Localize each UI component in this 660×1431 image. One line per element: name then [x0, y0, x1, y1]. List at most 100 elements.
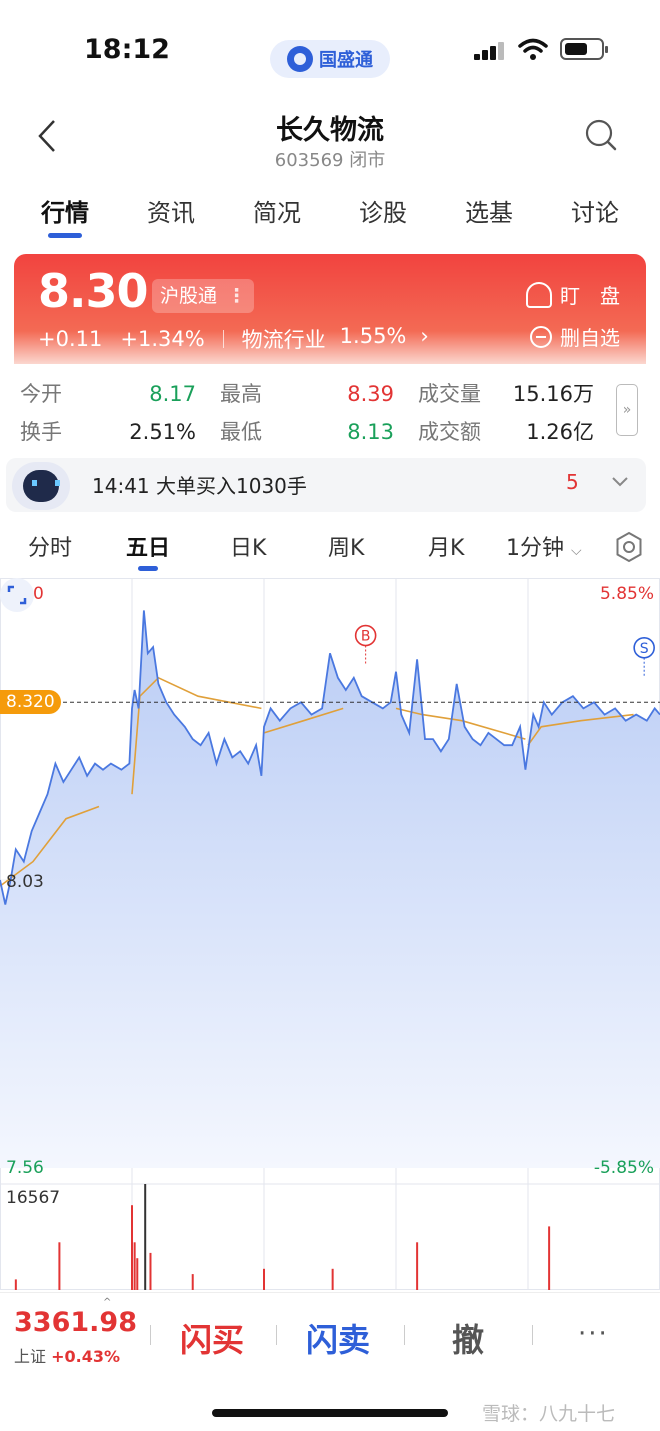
- stock-code-status: 603569 闭市: [274, 150, 386, 171]
- stat-value: 15.16万: [512, 382, 594, 406]
- connect-badge-label: 沪股通: [160, 285, 218, 307]
- double-chevron-down-icon: »: [622, 402, 632, 418]
- pct-label-top: 5.85%: [599, 584, 654, 604]
- ptab-five-day[interactable]: 五日: [126, 530, 170, 571]
- tab-news[interactable]: 资讯: [147, 190, 195, 240]
- stock-name: 长久物流: [276, 115, 384, 146]
- price-card: 8.30 沪股通 ⋮ +0.11 +1.34% 物流行业 1.55% › 盯 盘…: [14, 254, 646, 364]
- caret-down-icon: ⌵: [571, 543, 582, 559]
- y-label-bottom: 7.56: [6, 1158, 44, 1178]
- volume-bar: [133, 1242, 136, 1290]
- chevron-down-icon[interactable]: [610, 472, 630, 492]
- volume-max-label: 16567: [6, 1188, 61, 1208]
- news-ticker[interactable]: 14:41 大单买入1030手 5: [6, 458, 646, 512]
- ptab-monthly-k[interactable]: 月K: [428, 530, 464, 562]
- stat-open: 今开 8.17: [20, 376, 196, 412]
- index-change: +0.43%: [51, 1347, 121, 1366]
- more-icon[interactable]: ···: [578, 1319, 609, 1349]
- volume-bar: [131, 1205, 133, 1290]
- volume-bar: [58, 1242, 61, 1290]
- tab-discussion[interactable]: 讨论: [571, 190, 619, 240]
- ptab-weekly-k[interactable]: 周K: [328, 530, 364, 562]
- volume-bar: [416, 1242, 419, 1290]
- industry-pct: 1.55%: [339, 324, 407, 348]
- quote-stats: 今开 8.17 换手 2.51% 最高 8.39 最低 8.13 成交量 15.…: [0, 372, 660, 456]
- flash-buy-button[interactable]: 闪买: [180, 1315, 244, 1361]
- ptab-minute-select[interactable]: 1分钟 ⌵: [506, 530, 582, 562]
- flash-sell-button[interactable]: 闪卖: [306, 1315, 370, 1361]
- news-text: 14:41 大单买入1030手: [92, 474, 307, 498]
- index-sub: 上证 +0.43%: [14, 1343, 120, 1367]
- stat-value: 8.13: [347, 420, 394, 444]
- ref-price-tag: 8.320: [0, 690, 61, 715]
- pct-label-bottom: -5.85%: [593, 1158, 654, 1178]
- divider: [276, 1325, 277, 1345]
- chevron-right-icon: ›: [420, 324, 429, 348]
- chart-canvas: BS: [0, 578, 660, 1290]
- y-label-mid: 8.03: [6, 872, 44, 892]
- divider: [404, 1325, 405, 1345]
- bottom-trade-bar: ^ 3361.98 上证 +0.43% 闪买 闪卖 撤 ··· 雪球：八九十七: [0, 1292, 660, 1431]
- price-change-row: +0.11 +1.34% 物流行业 1.55% ›: [38, 324, 429, 354]
- nav-header: 长久物流 603569 闭市: [0, 96, 660, 182]
- price-change-pct: +1.34%: [120, 327, 205, 351]
- tab-diagnosis[interactable]: 诊股: [359, 190, 407, 240]
- tab-profile[interactable]: 简况: [253, 190, 301, 240]
- search-icon[interactable]: [584, 118, 618, 152]
- stat-value: 8.39: [347, 382, 394, 406]
- remove-watchlist-button[interactable]: 删自选: [530, 322, 620, 351]
- tab-funds[interactable]: 选基: [465, 190, 513, 240]
- volume-bar: [548, 1226, 551, 1290]
- stat-value: 2.51%: [129, 420, 196, 444]
- stat-value: 1.26亿: [526, 420, 594, 444]
- connect-badge[interactable]: 沪股通 ⋮: [152, 279, 255, 313]
- robot-assistant-icon[interactable]: [12, 462, 70, 510]
- ptab-intraday[interactable]: 分时: [28, 530, 72, 562]
- tab-quote[interactable]: 行情: [41, 190, 89, 240]
- gear-icon[interactable]: [612, 530, 646, 564]
- brand-pill[interactable]: 国盛通: [270, 40, 390, 78]
- brand-name: 国盛通: [319, 50, 373, 71]
- stat-label: 最高: [220, 382, 262, 406]
- stat-label: 成交额: [418, 420, 481, 444]
- remove-label: 删自选: [560, 326, 620, 350]
- volume-bar: [14, 1279, 17, 1290]
- watermark: 雪球：八九十七: [482, 1403, 616, 1425]
- alarm-bell-icon: [526, 281, 552, 308]
- ptab-daily-k[interactable]: 日K: [230, 530, 266, 562]
- volume-bar: [149, 1252, 152, 1290]
- stat-turnover: 换手 2.51%: [20, 414, 196, 450]
- stat-label: 成交量: [418, 382, 481, 406]
- volume-bar: [136, 1258, 139, 1290]
- volume-bar: [331, 1268, 334, 1290]
- divider: [532, 1325, 533, 1345]
- watch-label: 盯 盘: [560, 284, 620, 308]
- minus-circle-icon: [530, 325, 552, 348]
- news-count-badge: 5: [566, 470, 579, 494]
- badge-more-icon: ⋮: [227, 285, 247, 307]
- current-price: 8.30: [38, 264, 148, 318]
- index-value: 3361.98: [14, 1307, 137, 1338]
- watch-button[interactable]: 盯 盘: [526, 280, 620, 309]
- main-tabs: 行情 资讯 简况 诊股 选基 讨论: [0, 190, 660, 246]
- divider: [150, 1325, 151, 1345]
- volume-bar: [263, 1268, 265, 1290]
- wifi-icon: [518, 38, 548, 60]
- battery-icon: [560, 38, 608, 60]
- status-time: 18:12: [84, 34, 170, 65]
- index-name: 上证: [14, 1347, 47, 1366]
- industry-link[interactable]: 物流行业 1.55% ›: [242, 324, 429, 354]
- industry-name: 物流行业: [241, 328, 326, 352]
- home-indicator[interactable]: [212, 1409, 448, 1417]
- status-bar: 18:12 国盛通: [0, 0, 660, 96]
- cancel-order-button[interactable]: 撤: [452, 1315, 484, 1361]
- price-change: +0.11: [38, 327, 103, 351]
- volume-bar: [191, 1274, 194, 1290]
- stat-label: 最低: [220, 420, 262, 444]
- expand-stats-button[interactable]: »: [616, 384, 638, 436]
- volume-bar: [144, 1184, 147, 1290]
- stat-volume: 成交量 15.16万: [418, 376, 594, 412]
- fullscreen-icon[interactable]: [0, 578, 34, 612]
- five-day-chart[interactable]: BS 8.50 8.03 7.56 5.85% -5.85% 8.320 165…: [0, 578, 660, 1290]
- stat-value: 8.17: [149, 382, 196, 406]
